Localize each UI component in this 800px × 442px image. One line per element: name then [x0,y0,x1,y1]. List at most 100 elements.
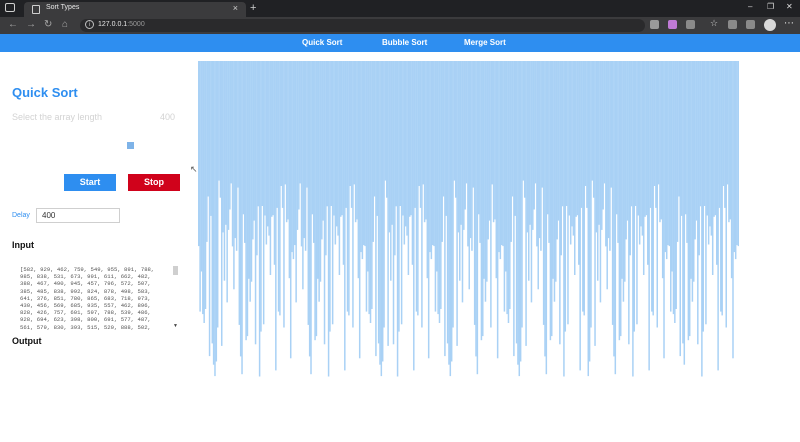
array-bar [335,61,338,227]
start-button[interactable]: Start [64,174,116,191]
array-bar [668,61,671,247]
input-scrollbar[interactable]: ▼ [172,263,179,331]
array-bar [569,61,572,245]
array-bar [624,61,626,282]
array-bar [288,61,291,279]
array-bar [538,61,541,239]
array-bar [660,61,663,220]
nav-bubble-sort[interactable]: Bubble Sort [382,38,427,47]
array-bar [423,61,426,223]
array-length-slider[interactable] [127,142,134,149]
array-bar [264,61,266,216]
avatar[interactable] [764,19,776,31]
array-bar [722,61,725,186]
input-line: 385, 485, 838, 992, 824, 878, 498, 583, [20,287,151,295]
array-bar [322,61,324,221]
array-bar [438,61,441,323]
array-bar [384,61,387,181]
close-icon[interactable]: × [233,3,238,13]
array-bar [285,61,288,223]
delay-input[interactable] [36,208,120,223]
array-bar [644,61,646,217]
array-bar [670,61,672,312]
array-bar [294,61,296,246]
array-bar [514,61,516,216]
array-bar [584,61,587,186]
array-bar [354,61,357,223]
array-bar [331,61,334,325]
array-bar [311,61,314,215]
array-bar [271,61,273,217]
more-icon[interactable]: ⋯ [784,18,794,29]
array-bar [555,61,557,282]
array-bar [714,61,717,216]
extension-icon[interactable] [668,20,677,29]
array-bar [449,61,452,377]
array-bar [356,61,358,220]
array-bar [298,61,300,210]
array-bar [406,61,408,236]
array-bar [434,61,437,312]
nav-quick-sort[interactable]: Quick Sort [302,38,342,47]
array-bar [358,61,361,359]
array-bar [530,61,533,303]
array-bar [724,61,726,208]
scrollbar-thumb[interactable] [173,266,178,275]
browser-tab[interactable]: Sort Types × [24,2,246,17]
array-bar [686,61,688,243]
collections-icon[interactable] [746,20,755,29]
array-bar [261,61,264,206]
stop-button[interactable]: Stop [128,174,180,191]
array-bar [265,61,268,245]
array-bar [202,61,204,315]
array-bar [257,61,260,207]
array-bar [441,61,443,242]
array-bar [500,61,503,246]
maximize-icon[interactable]: ❐ [767,2,774,11]
extension-icon[interactable] [728,20,737,29]
array-bar [463,61,465,230]
array-bar [572,61,575,236]
extension-icon[interactable] [650,20,659,29]
array-bar [665,61,668,260]
array-bar [222,61,224,233]
array-bar [333,61,335,216]
array-bar [225,61,227,225]
array-bar [674,61,676,323]
array-bar [599,61,602,303]
array-bar [391,61,393,225]
array-bar [522,61,525,181]
reload-icon[interactable]: ↻ [44,19,52,30]
arrow-right-icon[interactable]: → [26,19,36,30]
new-tab-icon[interactable]: + [250,2,256,14]
arrow-left-icon[interactable]: ← [8,19,18,30]
array-bar [718,61,721,208]
array-bar [592,61,595,198]
array-bar [227,61,230,230]
info-icon[interactable]: i [85,20,94,29]
array-bar [295,61,297,303]
favorites-icon[interactable]: ☆ [710,18,719,28]
extension-icon[interactable] [686,20,695,29]
array-bar [667,61,669,246]
array-bar [408,61,411,217]
array-bar [242,61,245,215]
scroll-down-icon[interactable]: ▼ [173,323,178,329]
array-bar [546,61,549,215]
array-bar [552,61,554,279]
array-bar [495,61,498,279]
url-field[interactable]: i 127.0.0.1:5000 [80,19,645,32]
home-icon[interactable]: ⌂ [62,19,68,30]
nav-merge-sort[interactable]: Merge Sort [464,38,506,47]
input-line: 388, 467, 490, 945, 457, 796, 572, 507, [20,280,151,288]
array-bar [557,61,560,221]
array-bar [314,61,316,341]
array-bar [218,61,220,181]
array-bar [273,61,276,265]
input-array-text[interactable]: [582, 929, 462, 759, 549, 955, 891, 788,… [20,266,170,332]
array-bar [468,61,470,290]
array-bar [430,61,433,260]
window-close-icon[interactable]: ✕ [786,2,793,11]
minimize-icon[interactable]: – [748,2,752,11]
tab-actions-icon[interactable] [5,3,15,12]
